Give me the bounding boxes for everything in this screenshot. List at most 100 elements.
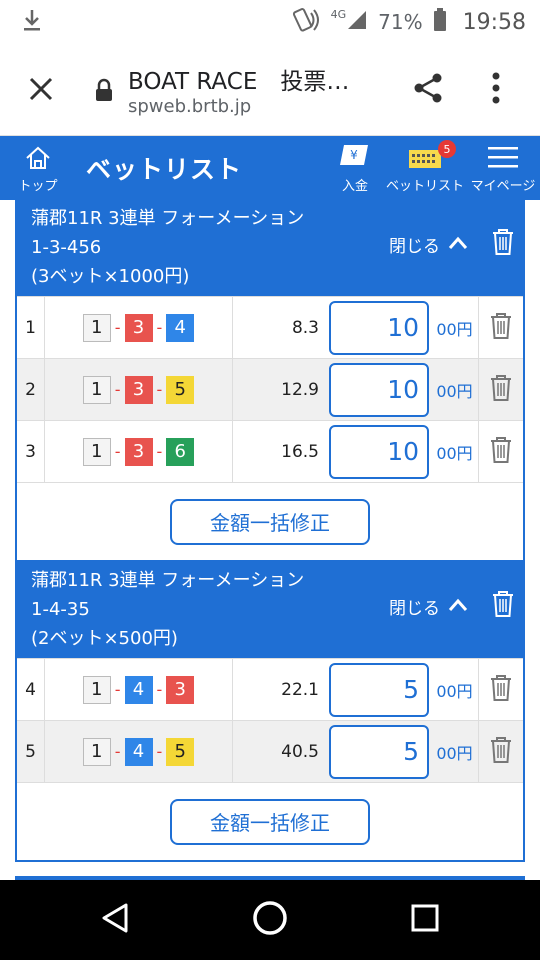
trash-icon[interactable] xyxy=(490,374,512,406)
odds: 12.9 xyxy=(281,379,319,400)
amount-input[interactable]: 10 xyxy=(329,300,429,355)
deposit-icon: ¥ xyxy=(338,141,372,175)
amount-input[interactable]: 10 xyxy=(329,424,429,479)
deposit-button[interactable]: ¥ 入金 xyxy=(330,136,380,200)
app-header: トップ ベットリスト ¥ 入金 5 ベットリスト マイページ xyxy=(0,136,540,200)
bet-row: 3 1- 3- 6 16.5 10 00円 xyxy=(17,420,523,482)
menu-icon xyxy=(486,143,520,175)
amount-unit: 00円 xyxy=(431,297,479,358)
boat-number: 4 xyxy=(124,737,153,766)
betlist-count-badge: 5 xyxy=(438,140,456,158)
clock: 19:58 xyxy=(462,9,526,35)
signal-icon xyxy=(346,9,368,36)
odds: 16.5 xyxy=(281,441,319,462)
bet-summary: (2ベット×500円) xyxy=(31,628,178,649)
amount-unit: 00円 xyxy=(431,359,479,420)
boat-number: 3 xyxy=(124,375,153,404)
bet-row: 4 1- 4- 3 22.1 5 00円 xyxy=(17,658,523,720)
collapse-label: 閉じる xyxy=(389,599,440,619)
odds: 22.1 xyxy=(281,679,319,700)
trash-icon[interactable] xyxy=(491,590,515,622)
collapse-toggle[interactable]: 閉じる xyxy=(389,232,468,257)
download-icon xyxy=(22,8,42,36)
network-type: 4G xyxy=(330,7,347,21)
betlist-label: ベットリスト xyxy=(386,179,465,194)
boat-number: 1 xyxy=(82,737,111,766)
amount-input[interactable]: 10 xyxy=(329,362,429,417)
home-button[interactable]: トップ xyxy=(14,136,62,200)
bet-card: 蒲郡11R 3連単 フォーメーション 1-4-35 (2ベット×500円) 閉じ… xyxy=(15,562,525,862)
close-icon[interactable] xyxy=(26,74,56,108)
bet-index: 3 xyxy=(17,421,45,482)
trash-icon[interactable] xyxy=(490,312,512,344)
amount-input[interactable]: 5 xyxy=(329,724,429,779)
boat-number: 1 xyxy=(82,375,111,404)
race-title: 蒲郡11R 3連単 フォーメーション xyxy=(31,570,305,591)
boat-number: 1 xyxy=(82,437,111,466)
chevron-up-icon xyxy=(448,597,468,617)
boat-number: 6 xyxy=(166,437,195,466)
amount-unit: 00円 xyxy=(431,659,479,720)
back-icon[interactable] xyxy=(100,902,130,938)
svg-text:¥: ¥ xyxy=(350,148,358,162)
collapse-toggle[interactable]: 閉じる xyxy=(389,594,468,619)
lock-icon xyxy=(93,77,115,107)
nfc-icon xyxy=(291,7,321,38)
odds: 8.3 xyxy=(291,317,319,338)
boat-number: 1 xyxy=(82,675,111,704)
boat-combination: 1- 3- 4 xyxy=(45,297,233,358)
boat-number: 1 xyxy=(82,313,111,342)
bet-card-header: 蒲郡11R 3連単 フォーメーション 1-4-35 (2ベット×500円) 閉じ… xyxy=(17,564,523,658)
more-options-icon[interactable] xyxy=(490,70,502,110)
boat-combination: 1- 3- 6 xyxy=(45,421,233,482)
amount-input[interactable]: 5 xyxy=(329,662,429,717)
bet-index: 4 xyxy=(17,659,45,720)
chevron-up-icon xyxy=(448,235,468,255)
boat-number: 4 xyxy=(166,313,195,342)
boat-combination: 1- 4- 5 xyxy=(45,721,233,782)
home-label: トップ xyxy=(18,179,58,194)
bet-index: 5 xyxy=(17,721,45,782)
recents-icon[interactable] xyxy=(410,903,440,937)
amount-unit: 00円 xyxy=(431,421,479,482)
browser-toolbar: BOAT RACE 投票… spweb.brtb.jp xyxy=(0,44,540,136)
mypage-label: マイページ xyxy=(470,179,536,194)
collapse-label: 閉じる xyxy=(389,237,440,257)
page-url[interactable]: spweb.brtb.jp xyxy=(128,96,251,117)
bet-row: 5 1- 4- 5 40.5 5 00円 xyxy=(17,720,523,782)
betlist-button[interactable]: 5 ベットリスト xyxy=(386,136,464,200)
system-nav-bar xyxy=(0,880,540,960)
home-icon xyxy=(24,145,52,175)
battery-percent: 71% xyxy=(378,10,423,34)
bet-list-content[interactable]: 蒲郡11R 3連単 フォーメーション 1-3-456 (3ベット×1000円) … xyxy=(0,200,540,880)
page-title: BOAT RACE 投票… xyxy=(128,69,350,95)
trash-icon[interactable] xyxy=(490,736,512,768)
trash-icon[interactable] xyxy=(490,436,512,468)
share-icon[interactable] xyxy=(410,70,446,110)
bet-summary: (3ベット×1000円) xyxy=(31,266,190,287)
mypage-button[interactable]: マイページ xyxy=(470,136,536,200)
amount-unit: 00円 xyxy=(431,721,479,782)
bet-card: 蒲郡11R 3連単 フォーメーション 1-3-456 (3ベット×1000円) … xyxy=(15,200,525,562)
bulk-edit-amount-button[interactable]: 金額一括修正 xyxy=(170,498,370,545)
trash-icon[interactable] xyxy=(491,228,515,260)
boat-combination: 1- 4- 3 xyxy=(45,659,233,720)
race-title: 蒲郡11R 3連単 フォーメーション xyxy=(31,208,305,229)
bet-index: 2 xyxy=(17,359,45,420)
status-bar: 4G 71% 19:58 xyxy=(0,0,540,44)
page-heading: ベットリスト xyxy=(86,155,243,184)
boat-number: 5 xyxy=(166,737,195,766)
bet-row: 2 1- 3- 5 12.9 10 00円 xyxy=(17,358,523,420)
trash-icon[interactable] xyxy=(490,674,512,706)
bet-row: 1 1- 3- 4 8.3 10 00円 xyxy=(17,296,523,358)
bet-card-header: 蒲郡11R 3連単 フォーメーション 1-3-456 (3ベット×1000円) … xyxy=(17,202,523,296)
odds: 40.5 xyxy=(281,741,319,762)
home-circle-icon[interactable] xyxy=(250,898,290,942)
boat-number: 4 xyxy=(124,675,153,704)
bulk-edit-amount-button[interactable]: 金額一括修正 xyxy=(170,798,370,845)
boat-combination: 1- 3- 5 xyxy=(45,359,233,420)
boat-number: 3 xyxy=(124,437,153,466)
deposit-label: 入金 xyxy=(341,179,368,194)
bet-index: 1 xyxy=(17,297,45,358)
boat-number: 3 xyxy=(166,675,195,704)
